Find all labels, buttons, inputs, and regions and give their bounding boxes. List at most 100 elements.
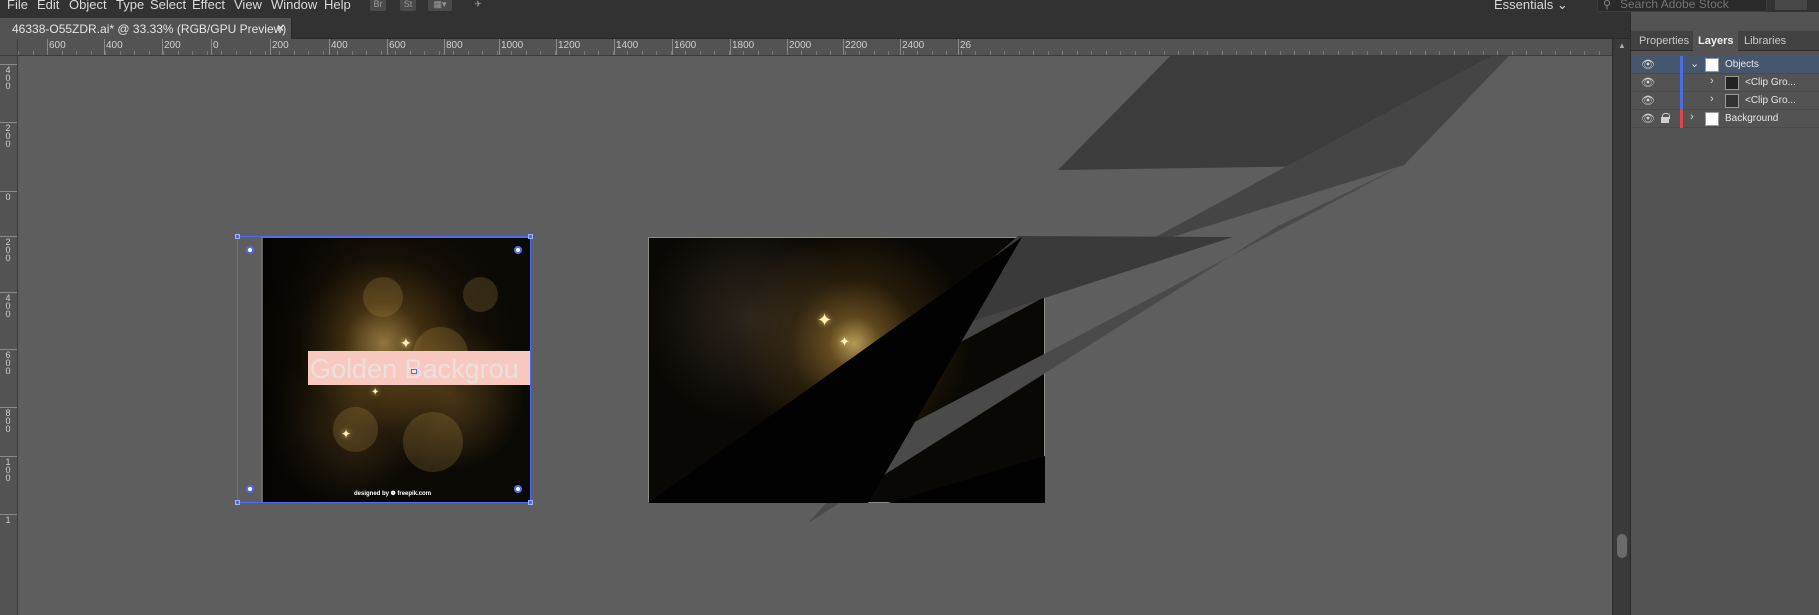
menu-effect[interactable]: Effect (192, 0, 225, 12)
chevron-right-icon[interactable]: › (1690, 111, 1694, 123)
menu-window[interactable]: Window (271, 0, 317, 12)
ruler-label: 200 (164, 40, 181, 51)
ruler-major-tick (556, 39, 557, 55)
menu-type[interactable]: Type (116, 0, 144, 12)
search-icon: ⚲ (1603, 0, 1612, 11)
visibility-eye-icon[interactable]: 👁 (1641, 58, 1655, 71)
ruler-major-tick (499, 39, 500, 55)
layer-row-background[interactable]: 👁 › Background (1631, 110, 1819, 128)
ruler-major-tick (270, 39, 271, 55)
tab-libraries[interactable]: Libraries (1739, 31, 1791, 51)
visibility-eye-icon[interactable]: 👁 (1641, 76, 1655, 89)
ruler-major-tick (672, 39, 673, 55)
ruler-major-tick (843, 39, 844, 55)
layer-thumbnail (1725, 76, 1739, 90)
document-tab-title: 46338-O55ZDR.ai* @ 33.33% (RGB/GPU Previ… (12, 22, 287, 36)
visibility-eye-icon[interactable]: 👁 (1641, 112, 1655, 125)
ruler-major-tick (444, 39, 445, 55)
layer-color-indicator (1680, 74, 1683, 92)
layer-color-indicator (1680, 110, 1683, 128)
black-triangle-shape (648, 237, 1022, 503)
ruler-label: 0 (5, 424, 11, 434)
menu-bar: File Edit Object Type Select Effect View… (0, 0, 1819, 12)
layers-panel: Properties Layers Libraries 👁 ⌄ Objects … (1630, 12, 1819, 615)
stock-search[interactable]: ⚲ (1597, 0, 1767, 12)
layer-name: <Clip Gro... (1745, 77, 1796, 88)
ruler-label: 600 (389, 40, 406, 51)
horizontal-ruler[interactable]: 600 400 200 0 200 400 600 800 1000 1200 1400 1600 18… (18, 39, 1612, 56)
ruler-label: 200 (272, 40, 289, 51)
ruler-label: 1600 (674, 40, 697, 51)
geometric-shapes[interactable] (18, 56, 1612, 615)
ruler-label: 0 (5, 192, 11, 202)
ruler-major-tick (329, 39, 330, 55)
close-icon[interactable]: × (277, 21, 284, 35)
workspace-switcher[interactable]: Essentials ⌄ (1494, 0, 1568, 12)
chevron-right-icon[interactable]: › (1710, 93, 1714, 105)
layer-row-clip-group-2[interactable]: 👁 › <Clip Gro... (1631, 92, 1819, 110)
menu-help[interactable]: Help (324, 0, 351, 12)
document-tab[interactable]: 46338-O55ZDR.ai* @ 33.33% (RGB/GPU Previ… (0, 18, 292, 39)
ruler-label: 2400 (902, 40, 925, 51)
ruler-label: 0 (5, 366, 11, 376)
ruler-label: 0 (5, 309, 11, 319)
layer-thumbnail (1725, 94, 1739, 108)
vertical-ruler[interactable]: 40020002004006008001001 (0, 56, 18, 615)
ruler-label: 0 (5, 81, 11, 91)
ruler-major-tick (387, 39, 388, 55)
layer-name: <Clip Gro... (1745, 95, 1796, 106)
ruler-label: 0 (5, 253, 11, 263)
canvas[interactable]: ✦ ✦ ✦ Golden Backgrou designed by ❁ free… (18, 56, 1612, 615)
dark-parallelogram-shape (1058, 56, 1509, 170)
tab-layers[interactable]: Layers (1693, 31, 1739, 51)
ruler-label: 0 (5, 473, 11, 483)
chevron-right-icon[interactable]: › (1710, 75, 1714, 87)
menu-view[interactable]: View (234, 0, 262, 12)
scroll-up-icon[interactable]: ▲ (1618, 41, 1626, 50)
layer-color-indicator (1680, 56, 1683, 74)
ruler-major-tick (900, 39, 901, 55)
scroll-thumb[interactable] (1617, 534, 1627, 558)
ruler-label: 0 (5, 139, 11, 149)
black-corner-shape (888, 456, 1045, 503)
ruler-label: 1800 (732, 40, 755, 51)
layer-row-objects[interactable]: 👁 ⌄ Objects (1631, 56, 1819, 74)
ruler-major-tick (958, 39, 959, 55)
chevron-down-icon: ⌄ (1556, 0, 1568, 12)
ruler-major-tick (211, 39, 212, 55)
menu-object[interactable]: Object (69, 0, 107, 12)
layer-name: Objects (1725, 59, 1759, 70)
ruler-label: 1 (5, 515, 11, 525)
stock-icon[interactable]: St (400, 0, 416, 11)
ruler-label: 1000 (501, 40, 524, 51)
layer-thumbnail (1705, 58, 1719, 72)
layer-thumbnail (1705, 112, 1719, 126)
menu-edit[interactable]: Edit (37, 0, 59, 12)
tab-properties[interactable]: Properties (1634, 31, 1694, 51)
menu-file[interactable]: File (7, 0, 28, 12)
document-tab-bar: 46338-O55ZDR.ai* @ 33.33% (RGB/GPU Previ… (0, 12, 1630, 39)
bridge-icon[interactable]: Br (370, 0, 386, 11)
ruler-label: 400 (331, 40, 348, 51)
visibility-eye-icon[interactable]: 👁 (1641, 94, 1655, 107)
ruler-label: 600 (49, 40, 66, 51)
workspace-label: Essentials (1494, 0, 1554, 12)
ruler-label: 2200 (845, 40, 868, 51)
ruler-label: 800 (446, 40, 463, 51)
ruler-label: 1200 (558, 40, 581, 51)
window-control-button[interactable] (1775, 0, 1807, 10)
ruler-major-tick (730, 39, 731, 55)
vertical-scrollbar[interactable]: ▲ (1612, 39, 1630, 615)
layer-row-clip-group-1[interactable]: 👁 › <Clip Gro... (1631, 74, 1819, 92)
gpu-performance-icon[interactable]: ✈ (470, 0, 486, 11)
menu-select[interactable]: Select (150, 0, 186, 12)
search-input[interactable] (1620, 0, 1760, 11)
ruler-major-tick (614, 39, 615, 55)
ruler-label: 26 (960, 40, 972, 51)
chevron-down-icon[interactable]: ⌄ (1690, 57, 1699, 70)
panel-tab-bar: Properties Layers Libraries (1631, 31, 1819, 51)
lock-icon[interactable] (1661, 113, 1670, 123)
ruler-origin[interactable] (0, 39, 18, 56)
ruler-label: 0 (213, 40, 219, 51)
arrange-documents-icon[interactable]: ▦▾ (428, 0, 452, 11)
